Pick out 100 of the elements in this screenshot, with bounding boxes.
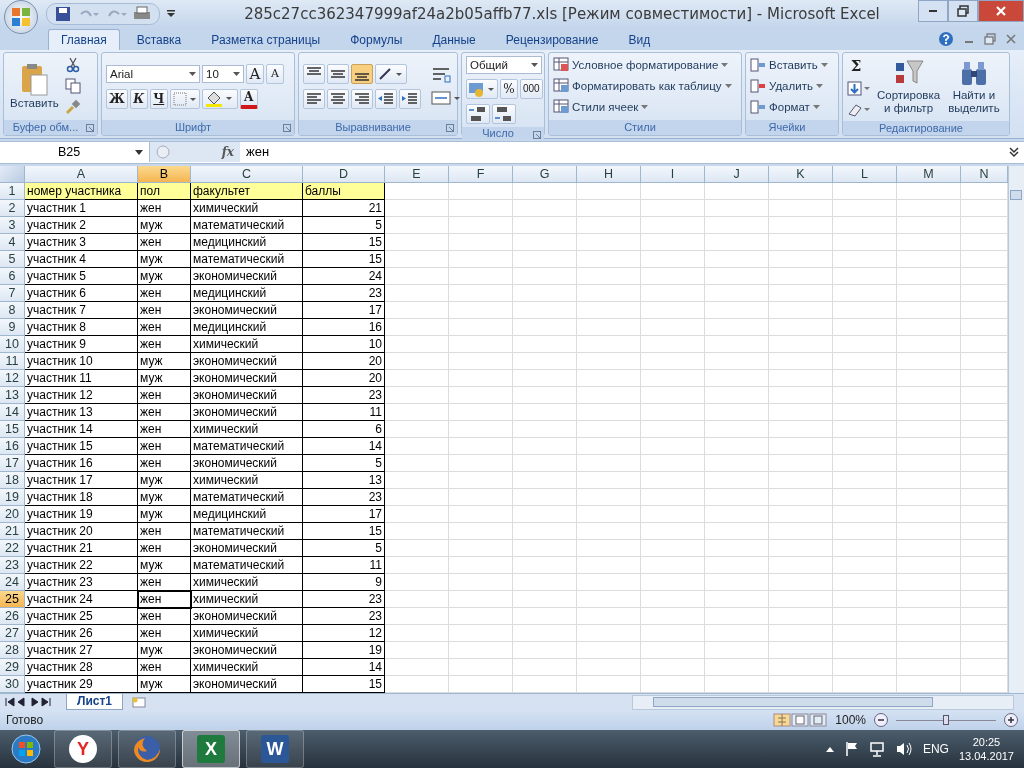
find-select-button[interactable]: Найти и выделить: [946, 56, 1002, 117]
row-header[interactable]: 24: [0, 574, 25, 592]
orientation-icon[interactable]: [375, 63, 407, 84]
row-header[interactable]: 18: [0, 472, 25, 490]
copy-icon[interactable]: [64, 78, 81, 95]
column-header[interactable]: J: [705, 166, 769, 184]
sort-filter-button[interactable]: Сортировка и фильтр: [875, 56, 943, 117]
formula-field[interactable]: жен: [240, 142, 1008, 163]
align-top-icon[interactable]: [303, 63, 325, 84]
row-header[interactable]: 16: [0, 438, 25, 456]
column-header[interactable]: G: [513, 166, 577, 184]
row-header[interactable]: 30: [0, 676, 25, 694]
row-header[interactable]: 29: [0, 659, 25, 677]
sheet-tab[interactable]: Лист1: [66, 694, 124, 711]
align-right-icon[interactable]: [351, 88, 373, 109]
row-header[interactable]: 6: [0, 268, 25, 286]
expand-chevron-icon[interactable]: [1008, 146, 1020, 159]
row-header[interactable]: 20: [0, 506, 25, 524]
vertical-scrollbar[interactable]: [1008, 166, 1024, 694]
ribbon-tab[interactable]: Главная: [48, 28, 120, 50]
customize-caret-icon[interactable]: [166, 9, 176, 19]
fill-down-icon[interactable]: [847, 80, 871, 97]
row-header[interactable]: 2: [0, 200, 25, 218]
font-size-field[interactable]: 10: [202, 64, 244, 83]
align-bottom-icon[interactable]: [351, 63, 373, 84]
shrink-font-button[interactable]: A: [266, 63, 284, 84]
cells-menu-button[interactable]: Формат: [750, 99, 820, 116]
underline-button[interactable]: Ч: [149, 88, 168, 109]
column-header[interactable]: N: [961, 166, 1008, 184]
ribbon-tab[interactable]: Вставка: [123, 28, 195, 50]
view-buttons-icon[interactable]: [773, 713, 828, 728]
flag-icon[interactable]: [844, 741, 859, 757]
taskbar-app-button[interactable]: Y: [54, 730, 112, 768]
number-format-field[interactable]: Общий: [466, 55, 542, 74]
row-header[interactable]: 21: [0, 523, 25, 541]
row-header[interactable]: 13: [0, 387, 25, 405]
office-button[interactable]: [4, 0, 38, 34]
align-left-icon[interactable]: [303, 88, 325, 109]
row-header[interactable]: 3: [0, 217, 25, 235]
help-icon[interactable]: [938, 30, 954, 47]
row-header[interactable]: 14: [0, 404, 25, 422]
row-header[interactable]: 25: [0, 591, 25, 609]
tray-arrow-icon[interactable]: [824, 745, 835, 753]
close-button[interactable]: [978, 0, 1024, 22]
taskbar-app-button[interactable]: [118, 730, 176, 768]
zoom-in-icon[interactable]: [1004, 713, 1018, 728]
restore-icon[interactable]: [984, 32, 996, 45]
ribbon-tab[interactable]: Формулы: [337, 28, 416, 50]
row-header[interactable]: 27: [0, 625, 25, 643]
row-header[interactable]: 9: [0, 319, 25, 337]
column-header[interactable]: D: [303, 166, 385, 184]
row-header[interactable]: 7: [0, 285, 25, 303]
wrap-text-icon[interactable]: [431, 65, 451, 84]
column-header[interactable]: H: [577, 166, 641, 184]
column-header[interactable]: L: [833, 166, 897, 184]
dialog-launcher-icon[interactable]: [533, 130, 541, 139]
row-header[interactable]: 11: [0, 353, 25, 371]
row-header[interactable]: 5: [0, 251, 25, 269]
ribbon-tab[interactable]: Данные: [419, 28, 489, 50]
styles-menu-button[interactable]: Форматировать как таблицу: [553, 78, 732, 95]
row-header[interactable]: 28: [0, 642, 25, 660]
row-header[interactable]: 23: [0, 557, 25, 575]
row-header[interactable]: 10: [0, 336, 25, 354]
zoom-out-icon[interactable]: [874, 713, 888, 728]
column-header[interactable]: E: [385, 166, 449, 184]
language-indicator[interactable]: ENG: [922, 742, 949, 756]
align-middle-icon[interactable]: [327, 63, 349, 84]
cells-menu-button[interactable]: Вставить: [750, 57, 828, 74]
styles-menu-button[interactable]: Стили ячеек: [553, 99, 649, 116]
taskbar-app-button[interactable]: W: [246, 730, 304, 768]
grow-font-button[interactable]: A: [246, 63, 264, 84]
align-center-icon[interactable]: [327, 88, 349, 109]
zoom-slider-thumb[interactable]: [943, 714, 949, 725]
font-family-field[interactable]: Arial: [106, 64, 200, 83]
dialog-launcher-icon[interactable]: [86, 123, 94, 132]
column-header[interactable]: F: [449, 166, 513, 184]
network-icon[interactable]: [868, 741, 885, 757]
brush-icon[interactable]: [64, 99, 81, 116]
save-icon[interactable]: [55, 6, 71, 22]
percent-button[interactable]: %: [500, 78, 518, 99]
decrease-decimal-icon[interactable]: [492, 103, 516, 124]
fill-color-button[interactable]: [201, 88, 238, 109]
decrease-indent-icon[interactable]: [375, 88, 397, 109]
ribbon-tab[interactable]: Вид: [615, 28, 664, 50]
row-header[interactable]: 8: [0, 302, 25, 320]
scissors-icon[interactable]: [64, 57, 81, 74]
horizontal-scrollbar[interactable]: [632, 694, 1014, 710]
row-header[interactable]: 4: [0, 234, 25, 252]
bold-button[interactable]: Ж: [106, 88, 128, 109]
font-color-button[interactable]: A: [239, 88, 258, 109]
row-header[interactable]: 12: [0, 370, 25, 388]
row-header[interactable]: 19: [0, 489, 25, 507]
thousands-button[interactable]: 000: [520, 78, 543, 99]
dialog-launcher-icon[interactable]: [446, 123, 454, 132]
cells-menu-button[interactable]: Удалить: [750, 78, 823, 95]
round-handle-icon[interactable]: [156, 144, 170, 161]
styles-menu-button[interactable]: Условное форматирование: [553, 57, 729, 74]
autosum-button[interactable]: Σ: [847, 55, 865, 76]
ribbon-tab[interactable]: Разметка страницы: [198, 28, 334, 50]
close-icon[interactable]: [1006, 33, 1016, 44]
